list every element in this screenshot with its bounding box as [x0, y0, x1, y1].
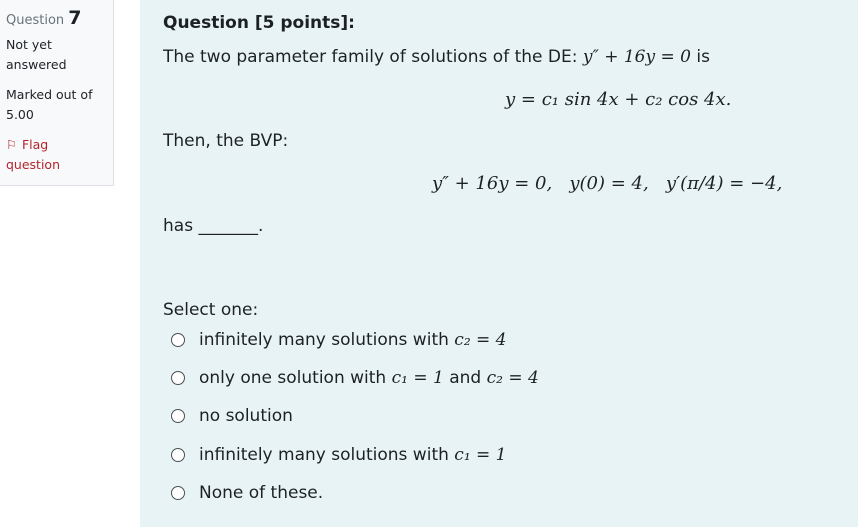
select-one-label: Select one: — [163, 300, 259, 320]
question-number: Question 7 — [6, 7, 82, 29]
radio-button[interactable] — [171, 486, 185, 500]
flag-icon: ⚐ — [6, 137, 18, 152]
answer-option-1[interactable]: infinitely many solutions with c₂ = 4 — [171, 330, 507, 350]
answer-option-4[interactable]: infinitely many solutions with c₁ = 1 — [171, 445, 507, 465]
radio-button[interactable] — [171, 409, 185, 423]
then-text: Then, the BVP: — [163, 131, 289, 151]
radio-button[interactable] — [171, 371, 185, 385]
de-equation: y″ + 16y = 0 — [582, 47, 691, 67]
general-solution: y = c₁ sin 4x + c₂ cos 4x. — [505, 89, 732, 110]
question-state: Not yet answered — [6, 37, 67, 72]
answer-option-5[interactable]: None of these. — [171, 483, 323, 503]
answer-option-2[interactable]: only one solution with c₁ = 1 and c₂ = 4 — [171, 368, 539, 388]
radio-button[interactable] — [171, 448, 185, 462]
question-intro: The two parameter family of solutions of… — [163, 47, 710, 67]
question-info-panel: Question 7 Not yet answered Marked out o… — [0, 0, 114, 186]
question-grade: Marked out of 5.00 — [6, 87, 93, 122]
flag-question-link[interactable]: ⚐ Flag question — [6, 135, 107, 175]
answer-option-3[interactable]: no solution — [171, 406, 293, 426]
has-blank-text: has _______. — [163, 216, 264, 236]
question-content: Question [5 points]: The two parameter f… — [140, 0, 858, 527]
question-heading: Question [5 points]: — [163, 13, 355, 33]
radio-button[interactable] — [171, 333, 185, 347]
bvp-equation: y″ + 16y = 0, y(0) = 4, y′(π/4) = −4, — [432, 173, 783, 194]
